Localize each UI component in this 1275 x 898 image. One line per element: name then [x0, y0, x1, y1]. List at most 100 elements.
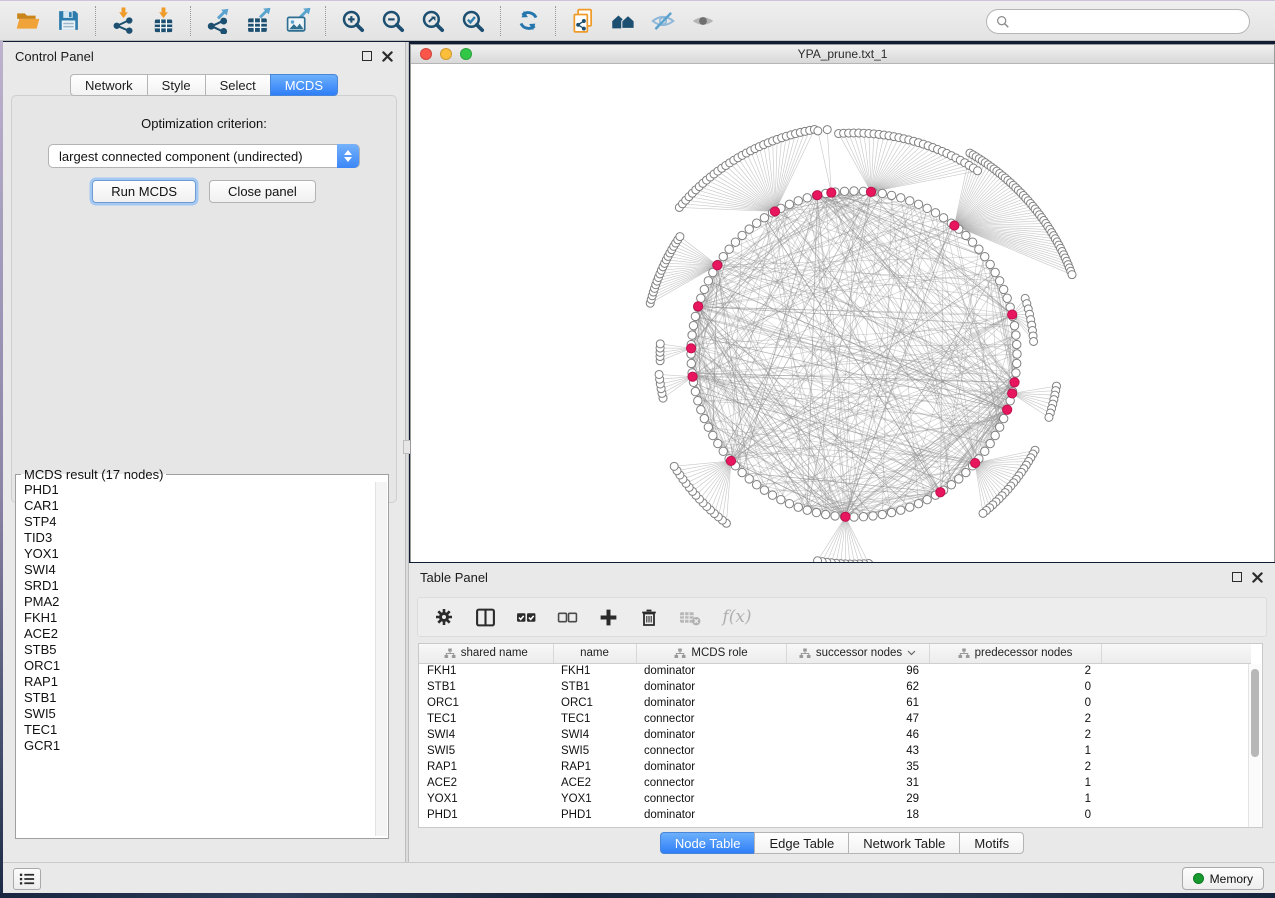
graph-node[interactable]	[981, 252, 989, 260]
mcds-result-item[interactable]: RAP1	[16, 674, 388, 690]
export-image-button[interactable]	[278, 4, 318, 38]
mcds-result-item[interactable]: TEC1	[16, 722, 388, 738]
float-panel-icon[interactable]	[362, 51, 372, 61]
graph-node[interactable]	[1003, 294, 1011, 302]
graph-mcds-hub-node[interactable]	[726, 456, 735, 465]
tab-select[interactable]: Select	[205, 74, 270, 96]
column-header-successor-nodes[interactable]: successor nodes	[786, 644, 929, 663]
graph-node[interactable]	[709, 431, 717, 439]
graph-leaf-node[interactable]	[655, 370, 663, 378]
graph-node[interactable]	[906, 197, 914, 205]
graph-node[interactable]	[731, 238, 739, 246]
graph-mcds-hub-node[interactable]	[866, 187, 875, 196]
graph-node[interactable]	[850, 187, 858, 195]
mcds-result-item[interactable]: STB1	[16, 690, 388, 706]
graph-leaf-node[interactable]	[979, 509, 987, 517]
graph-node[interactable]	[794, 197, 802, 205]
graph-mcds-hub-node[interactable]	[1008, 310, 1017, 319]
zoom-out-button[interactable]	[373, 4, 413, 38]
zoom-in-button[interactable]	[333, 4, 373, 38]
table-row[interactable]: STB1STB1dominator620	[419, 679, 1251, 695]
graph-mcds-hub-node[interactable]	[694, 302, 703, 311]
graph-mcds-hub-node[interactable]	[1003, 405, 1012, 414]
graph-node[interactable]	[968, 238, 976, 246]
show-columns-button[interactable]	[473, 605, 497, 629]
graph-node[interactable]	[691, 312, 699, 320]
graph-node[interactable]	[745, 475, 753, 483]
graph-node[interactable]	[962, 468, 970, 476]
mcds-result-item[interactable]: ACE2	[16, 626, 388, 642]
table-row[interactable]: ACE2ACE2connector311	[419, 775, 1251, 791]
graph-mcds-hub-node[interactable]	[713, 261, 722, 270]
float-panel-icon[interactable]	[1232, 572, 1242, 582]
save-session-button[interactable]	[48, 4, 88, 38]
show-panels-list-button[interactable]	[13, 868, 41, 890]
export-table-button[interactable]	[238, 4, 278, 38]
table-row[interactable]: FKH1FKH1dominator962	[419, 663, 1251, 679]
graph-node[interactable]	[869, 512, 877, 520]
close-panel-icon[interactable]	[1252, 572, 1263, 583]
graph-node[interactable]	[768, 491, 776, 499]
graph-node[interactable]	[688, 331, 696, 339]
table-row[interactable]: PHD1PHD1dominator180	[419, 807, 1251, 823]
graph-node[interactable]	[897, 194, 905, 202]
tab-network[interactable]: Network	[70, 74, 147, 96]
mcds-result-item[interactable]: ORC1	[16, 658, 388, 674]
mcds-result-item[interactable]: STB5	[16, 642, 388, 658]
graph-leaf-node[interactable]	[1030, 337, 1038, 345]
graph-node[interactable]	[955, 475, 963, 483]
tab-edge-table[interactable]: Edge Table	[754, 832, 848, 854]
graph-node[interactable]	[691, 387, 699, 395]
graph-node[interactable]	[897, 506, 905, 514]
mcds-list-scrollbar[interactable]	[375, 482, 387, 836]
graph-node[interactable]	[995, 423, 1003, 431]
graph-node[interactable]	[821, 510, 829, 518]
graph-node[interactable]	[1013, 350, 1021, 358]
delete-column-button[interactable]	[637, 605, 661, 629]
graph-leaf-node[interactable]	[676, 233, 684, 241]
mcds-result-item[interactable]: PMA2	[16, 594, 388, 610]
graph-leaf-node[interactable]	[823, 126, 831, 134]
mcds-result-item[interactable]: CAR1	[16, 498, 388, 514]
graph-node[interactable]	[906, 503, 914, 511]
graph-node[interactable]	[1013, 359, 1021, 367]
tab-motifs[interactable]: Motifs	[959, 832, 1024, 854]
graph-node[interactable]	[1012, 331, 1020, 339]
deselect-all-button[interactable]	[555, 605, 579, 629]
graph-node[interactable]	[697, 406, 705, 414]
graph-node[interactable]	[719, 447, 727, 455]
graph-node[interactable]	[738, 231, 746, 239]
graph-node[interactable]	[738, 468, 746, 476]
close-panel-icon[interactable]	[382, 51, 393, 62]
graph-mcds-hub-node[interactable]	[971, 458, 980, 467]
memory-button[interactable]: Memory	[1182, 867, 1264, 890]
graph-node[interactable]	[697, 294, 705, 302]
table-row[interactable]: YOX1YOX1connector291	[419, 791, 1251, 807]
graph-mcds-hub-node[interactable]	[1008, 389, 1017, 398]
graph-mcds-hub-node[interactable]	[1010, 378, 1019, 387]
run-mcds-button[interactable]: Run MCDS	[92, 180, 196, 203]
graph-mcds-hub-node[interactable]	[841, 512, 850, 521]
network-canvas[interactable]	[411, 65, 1274, 562]
column-header-mcds-role[interactable]: MCDS role	[636, 644, 786, 663]
graph-node[interactable]	[878, 510, 886, 518]
graph-node[interactable]	[1013, 340, 1021, 348]
graph-node[interactable]	[986, 260, 994, 268]
network-window-titlebar[interactable]: YPA_prune.txt_1	[411, 45, 1274, 64]
table-row[interactable]: SWI4SWI4dominator462	[419, 727, 1251, 743]
table-settings-button[interactable]	[432, 605, 456, 629]
graph-node[interactable]	[914, 499, 922, 507]
graph-node[interactable]	[878, 189, 886, 197]
graph-node[interactable]	[859, 513, 867, 521]
graph-node[interactable]	[812, 508, 820, 516]
graph-mcds-hub-node[interactable]	[813, 191, 822, 200]
close-panel-button[interactable]: Close panel	[209, 180, 316, 203]
graph-node[interactable]	[991, 431, 999, 439]
mcds-result-item[interactable]: PHD1	[16, 482, 388, 498]
tab-style[interactable]: Style	[147, 74, 205, 96]
mcds-result-item[interactable]: FKH1	[16, 610, 388, 626]
graph-mcds-hub-node[interactable]	[688, 372, 697, 381]
import-network-button[interactable]	[103, 4, 143, 38]
import-table-button[interactable]	[143, 4, 183, 38]
graph-node[interactable]	[700, 414, 708, 422]
